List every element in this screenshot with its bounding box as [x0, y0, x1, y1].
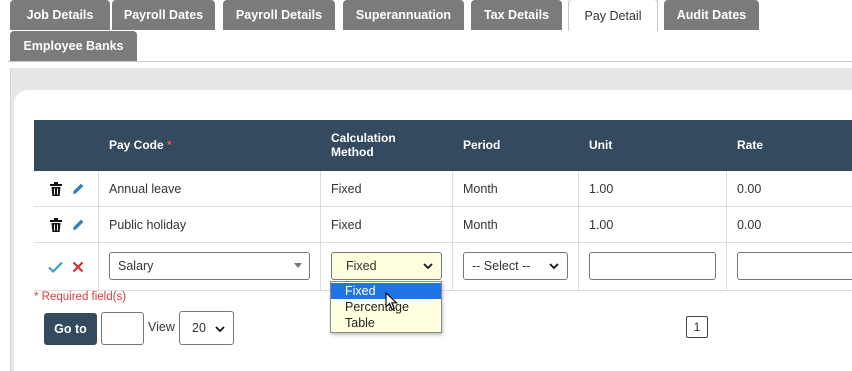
pencil-icon[interactable]	[70, 217, 86, 233]
tab-divider	[8, 61, 852, 62]
unit-input[interactable]	[589, 252, 716, 280]
cell-calc-method: Fixed	[331, 217, 362, 232]
header-period[interactable]: Period	[463, 138, 500, 152]
calc-method-select[interactable]: Fixed	[331, 252, 442, 280]
pencil-icon[interactable]	[70, 181, 86, 197]
close-icon[interactable]	[70, 259, 86, 275]
rate-input[interactable]	[737, 252, 852, 280]
col-divider	[98, 171, 99, 206]
col-divider	[452, 243, 453, 290]
edit-row: Salary Fixed -- Select --	[34, 243, 852, 291]
page-size-select[interactable]: 20	[179, 311, 234, 345]
header-rate[interactable]: Rate	[737, 138, 763, 152]
col-divider	[578, 171, 579, 206]
cell-pay-code: Public holiday	[109, 217, 187, 232]
cell-pay-code: Annual leave	[109, 181, 182, 196]
cell-unit: 1.00	[589, 181, 614, 196]
period-select[interactable]: -- Select --	[463, 252, 568, 280]
col-divider	[98, 207, 99, 242]
tab-payroll-details[interactable]: Payroll Details	[223, 0, 335, 30]
required-note: * Required field(s)	[34, 291, 127, 303]
view-label: View	[148, 320, 175, 334]
col-divider	[320, 243, 321, 290]
period-select-value: -- Select --	[472, 259, 531, 273]
header-calc-method-line2: Method	[331, 145, 374, 159]
chevron-down-icon	[549, 263, 559, 270]
tab-employee-banks[interactable]: Employee Banks	[10, 31, 137, 61]
go-to-button[interactable]: Go to	[44, 313, 97, 345]
table-row: Public holiday Fixed Month 1.00 0.00	[34, 207, 852, 243]
check-icon[interactable]	[47, 259, 63, 275]
tab-audit-dates[interactable]: Audit Dates	[664, 0, 759, 30]
cell-calc-method: Fixed	[331, 181, 362, 196]
col-divider	[726, 207, 727, 242]
col-divider	[578, 207, 579, 242]
col-divider	[452, 207, 453, 242]
tab-bar: Job Details Payroll Dates Payroll Detail…	[0, 0, 852, 62]
grid-header: Pay Code * Calculation Method Period Uni…	[34, 120, 852, 171]
chevron-down-icon	[215, 326, 225, 333]
col-divider	[320, 171, 321, 206]
col-divider	[98, 243, 99, 290]
cell-unit: 1.00	[589, 217, 614, 232]
cell-period: Month	[463, 217, 498, 232]
chevron-down-icon	[423, 263, 433, 270]
page-1-button[interactable]: 1	[686, 316, 708, 338]
trash-icon[interactable]	[48, 181, 64, 197]
trash-icon[interactable]	[48, 217, 64, 233]
pay-code-select[interactable]: Salary	[109, 252, 310, 280]
page-number-input[interactable]	[101, 312, 144, 345]
header-pay-code[interactable]: Pay Code *	[109, 138, 172, 152]
header-pay-code-label: Pay Code	[109, 138, 164, 152]
col-divider	[726, 171, 727, 206]
col-divider	[726, 243, 727, 290]
col-divider	[320, 207, 321, 242]
calc-method-select-value: Fixed	[346, 259, 377, 273]
tab-payroll-dates[interactable]: Payroll Dates	[112, 0, 215, 30]
option-table[interactable]: Table	[331, 315, 441, 331]
header-calc-method-line1: Calculation	[331, 131, 396, 145]
cell-period: Month	[463, 181, 498, 196]
tab-superannuation[interactable]: Superannuation	[343, 0, 464, 30]
mouse-cursor-icon	[385, 292, 398, 311]
col-divider	[578, 243, 579, 290]
cell-rate: 0.00	[737, 217, 762, 232]
table-row: Annual leave Fixed Month 1.00 0.00	[34, 171, 852, 207]
tab-tax-details[interactable]: Tax Details	[471, 0, 562, 30]
required-star: *	[167, 138, 172, 152]
pay-code-select-value: Salary	[118, 259, 154, 273]
cell-rate: 0.00	[737, 181, 762, 196]
tab-pay-detail[interactable]: Pay Detail	[568, 0, 658, 31]
col-divider	[452, 171, 453, 206]
caret-down-icon	[294, 263, 302, 268]
page-size-value: 20	[192, 321, 206, 335]
tab-job-details[interactable]: Job Details	[10, 0, 110, 30]
header-unit[interactable]: Unit	[589, 138, 612, 152]
header-calc-method[interactable]: Calculation Method	[331, 131, 396, 159]
